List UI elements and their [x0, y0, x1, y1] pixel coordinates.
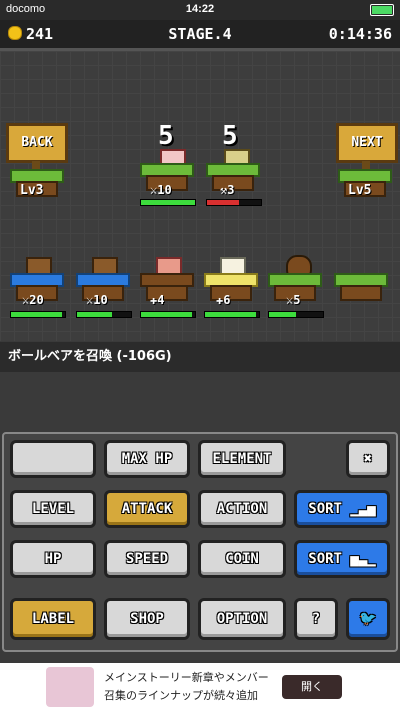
play-timer: 0:14:36: [328, 25, 392, 43]
sort-desc-label: SORT: [308, 551, 342, 567]
unit-stat: ✚4: [150, 293, 165, 307]
battery-icon: [370, 4, 394, 16]
unit-hp-bar: [140, 311, 196, 318]
ad-open-button[interactable]: 開く: [282, 675, 342, 699]
next-sign-button[interactable]: NEXT: [336, 123, 398, 163]
unit-stat-value: 5: [293, 293, 301, 307]
unit-hp-bar: [140, 199, 196, 206]
ad-thumbnail: [46, 667, 94, 707]
unit-stat: ⚔5: [286, 293, 301, 307]
earth-island: [140, 273, 194, 301]
twitter-bird-icon: 🐦: [359, 611, 377, 627]
back-sign-button[interactable]: BACK: [6, 123, 68, 163]
unit-stat: ⚔10: [150, 183, 172, 197]
unit-stat-value: 10: [93, 293, 108, 307]
twitter-button[interactable]: 🐦: [346, 598, 390, 640]
empty-island[interactable]: [334, 273, 388, 301]
hp-button[interactable]: HP: [10, 540, 96, 578]
option-button[interactable]: OPTION: [198, 598, 286, 640]
unit-hp-bar: [268, 311, 324, 318]
attack-button[interactable]: ATTACK: [104, 490, 190, 528]
shop-button[interactable]: SHOP: [104, 598, 190, 640]
blank-button[interactable]: [10, 440, 96, 478]
unit-stat-value: 10: [157, 183, 172, 197]
ad-banner[interactable]: メインストーリー新章やメンバー 召集のラインナップが続々追加 開く: [0, 663, 400, 711]
unit-hp-bar: [76, 311, 132, 318]
status-bar: docomo 14:22: [0, 0, 400, 20]
sort-descending-icon: ▅▃▁: [350, 551, 376, 567]
unit-stat-value: 4: [157, 293, 165, 307]
unit-stat: ✚6: [216, 293, 231, 307]
action-button[interactable]: ACTION: [198, 490, 286, 528]
ad-line-1: メインストーリー新章やメンバー: [104, 671, 269, 684]
unit-stat: ⚔20: [22, 293, 44, 307]
max-hp-button[interactable]: MAX HP: [104, 440, 190, 478]
unit-hp-bar: [204, 311, 260, 318]
unit-stat-value: 3: [227, 183, 235, 197]
sort-ascending-icon: ▁▃▅: [350, 501, 376, 517]
label-button[interactable]: LABEL: [10, 598, 96, 640]
unit-stat-value: 20: [29, 293, 44, 307]
game-hud: 241 STAGE.4 0:14:36: [0, 20, 400, 51]
speed-button[interactable]: SPEED: [104, 540, 190, 578]
next-level-label: Lv5: [348, 183, 372, 198]
close-button[interactable]: ✖: [346, 440, 390, 478]
close-icon: ✖: [363, 451, 373, 467]
unit-stat-value: 6: [223, 293, 231, 307]
unit-count: 5: [222, 121, 238, 151]
unit-hp-bar: [206, 199, 262, 206]
unit-hp-bar: [10, 311, 66, 318]
unit-stat: ⚒3: [220, 183, 235, 197]
sort-descending-button[interactable]: SORT ▅▃▁: [294, 540, 390, 578]
ad-line-2: 召集のラインナップが続々追加: [104, 689, 258, 702]
sort-ascending-button[interactable]: SORT ▁▃▅: [294, 490, 390, 528]
sand-island: [204, 273, 258, 301]
game-scene[interactable]: BACK Lv3 NEXT Lv5 5 ⚔10 5 ⚒3 ⚔20 ⚔10 ✚4 …: [0, 51, 400, 341]
element-button[interactable]: ELEMENT: [198, 440, 286, 478]
unit-stat: ⚔10: [86, 293, 108, 307]
summon-message: ボールベアを召喚 (-106G): [0, 342, 400, 372]
level-button[interactable]: LEVEL: [10, 490, 96, 528]
help-button[interactable]: ?: [294, 598, 338, 640]
back-level-label: Lv3: [20, 183, 44, 198]
status-time: 14:22: [185, 3, 215, 15]
coin-button[interactable]: COIN: [198, 540, 286, 578]
sort-asc-label: SORT: [308, 501, 342, 517]
unit-count: 5: [158, 121, 174, 151]
